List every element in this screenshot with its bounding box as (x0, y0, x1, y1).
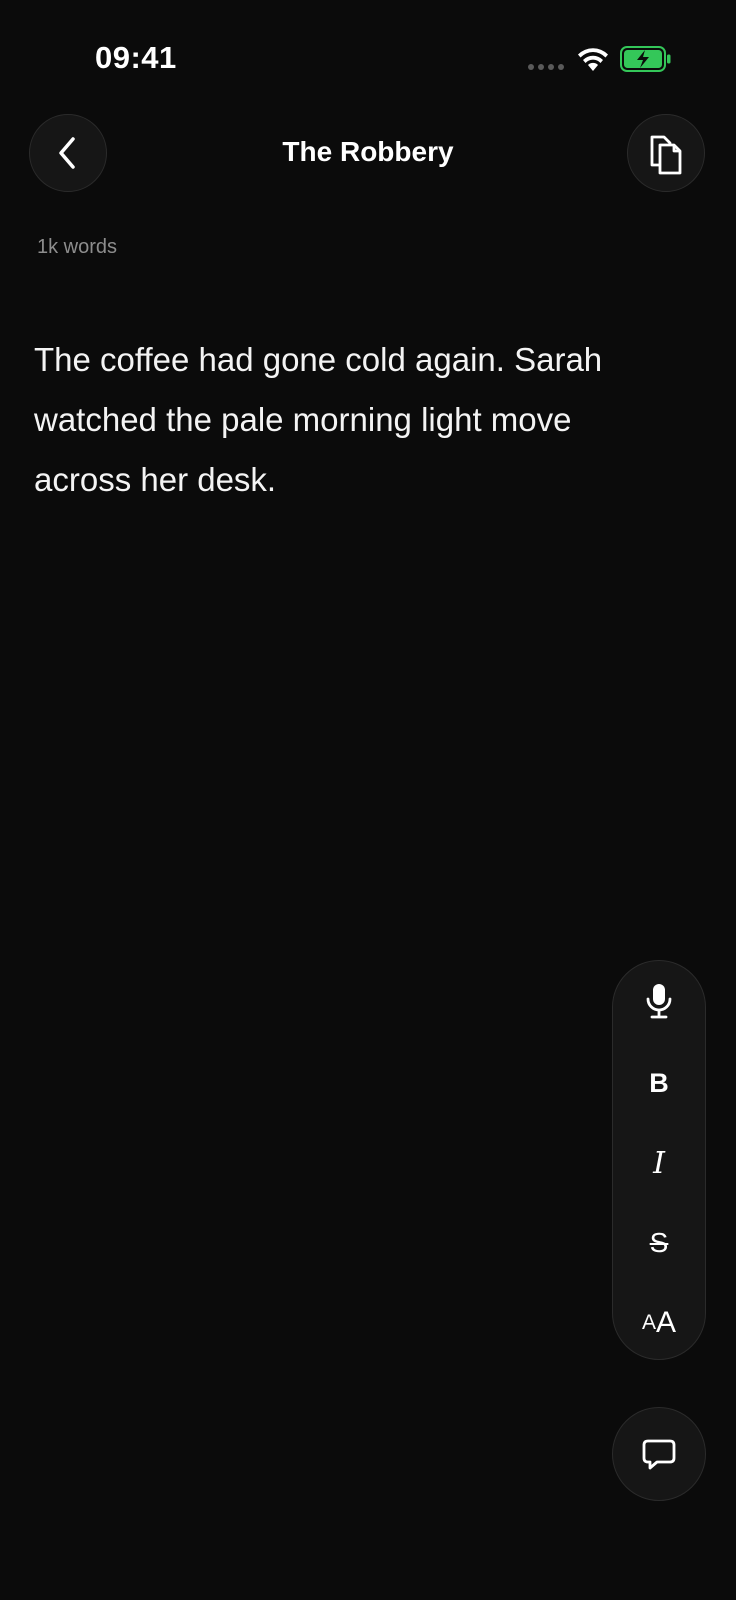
word-count: 1k words (37, 236, 118, 258)
strikethrough-button[interactable]: S (613, 1213, 705, 1273)
text-size-large-letter: A (656, 1306, 677, 1339)
text-size-small-letter: A (641, 1311, 656, 1334)
page-title: The Robbery (282, 136, 454, 167)
text-size-button[interactable]: AA (613, 1293, 705, 1353)
signal-dots-icon (528, 64, 564, 70)
status-time: 09:41 (95, 40, 177, 75)
copy-icon (650, 135, 682, 175)
bold-button[interactable]: B (613, 1053, 705, 1113)
document-body-text[interactable]: The coffee had gone cold again. Sarah wa… (34, 330, 674, 510)
microphone-icon (646, 984, 672, 1019)
battery-charging-icon (620, 46, 671, 72)
status-bar: 09:41 (0, 0, 736, 110)
comment-button[interactable] (612, 1407, 706, 1501)
comment-icon (642, 1439, 676, 1470)
wifi-icon (578, 48, 608, 71)
formatting-toolbar: B I S AA (612, 960, 706, 1360)
italic-button[interactable]: I (613, 1133, 705, 1193)
dictation-button[interactable] (613, 971, 705, 1031)
copy-button[interactable] (627, 114, 705, 192)
